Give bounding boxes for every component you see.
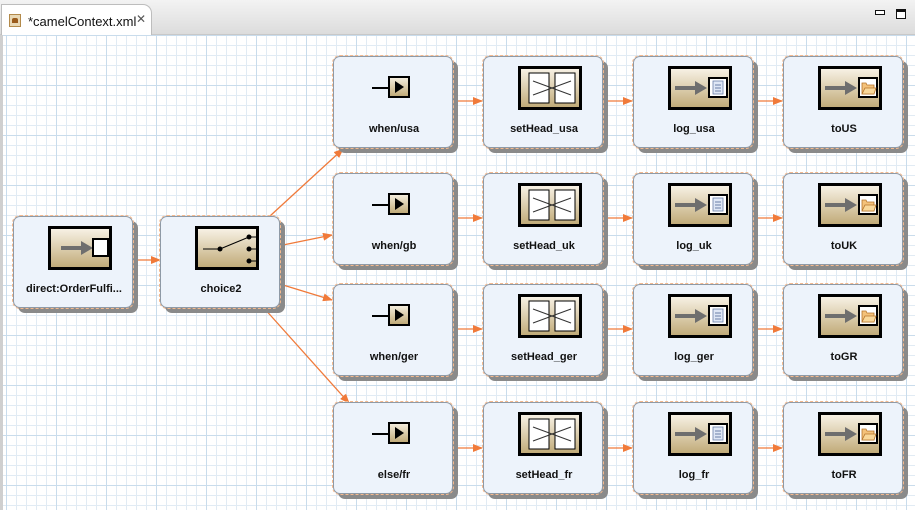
node-body[interactable]: when/gb xyxy=(332,172,454,266)
file-endpoint-icon xyxy=(818,294,882,338)
log-icon xyxy=(668,183,732,227)
tab-title: *camelContext.xml xyxy=(28,14,137,29)
log-icon xyxy=(668,66,732,110)
node-label: choice2 xyxy=(200,283,242,295)
node-body[interactable]: log_uk xyxy=(632,172,754,266)
node-to-1[interactable]: toUK xyxy=(782,172,908,270)
close-icon[interactable]: ✕ xyxy=(136,13,148,25)
node-setheader-0[interactable]: setHead_usa xyxy=(482,55,608,153)
tab-camel-context[interactable]: *camelContext.xml ✕ xyxy=(1,4,152,35)
node-body[interactable]: toFR xyxy=(782,401,904,495)
set-header-icon xyxy=(518,294,582,338)
node-body[interactable]: else/fr xyxy=(332,401,454,495)
node-label: log_fr xyxy=(678,469,710,481)
node-label: direct:OrderFulfi... xyxy=(26,283,122,295)
node-log-2[interactable]: log_ger xyxy=(632,283,758,381)
node-label: toGR xyxy=(830,351,858,363)
node-label: when/gb xyxy=(371,240,417,252)
set-header-icon xyxy=(518,183,582,227)
node-body[interactable]: when/ger xyxy=(332,283,454,377)
node-label: log_uk xyxy=(676,240,712,252)
file-endpoint-icon xyxy=(818,183,882,227)
node-when-3[interactable]: else/fr xyxy=(332,401,458,499)
node-label: when/ger xyxy=(369,351,419,363)
node-label: setHead_ger xyxy=(510,351,578,363)
when-filter-icon xyxy=(372,193,412,217)
node-body[interactable]: log_fr xyxy=(632,401,754,495)
file-endpoint-icon xyxy=(818,66,882,110)
when-filter-icon xyxy=(372,422,412,446)
camel-file-icon xyxy=(9,14,21,27)
log-icon xyxy=(668,294,732,338)
node-label: toUK xyxy=(830,240,858,252)
node-body[interactable]: setHead_fr xyxy=(482,401,604,495)
node-setheader-2[interactable]: setHead_ger xyxy=(482,283,608,381)
node-setheader-3[interactable]: setHead_fr xyxy=(482,401,608,499)
node-body[interactable]: log_ger xyxy=(632,283,754,377)
endpoint-icon xyxy=(48,226,112,270)
when-filter-icon xyxy=(372,304,412,328)
node-when-0[interactable]: when/usa xyxy=(332,55,458,153)
node-when-1[interactable]: when/gb xyxy=(332,172,458,270)
node-log-3[interactable]: log_fr xyxy=(632,401,758,499)
node-to-0[interactable]: toUS xyxy=(782,55,908,153)
minimize-icon[interactable] xyxy=(875,10,885,15)
node-body[interactable]: setHead_usa xyxy=(482,55,604,149)
node-body[interactable]: toUS xyxy=(782,55,904,149)
editor-tab-bar: *camelContext.xml ✕ xyxy=(0,0,915,35)
node-to-2[interactable]: toGR xyxy=(782,283,908,381)
node-to-3[interactable]: toFR xyxy=(782,401,908,499)
node-body[interactable]: when/usa xyxy=(332,55,454,149)
node-when-2[interactable]: when/ger xyxy=(332,283,458,381)
when-filter-icon xyxy=(372,76,412,100)
node-body[interactable]: direct:OrderFulfi... xyxy=(12,215,134,309)
node-body[interactable]: toGR xyxy=(782,283,904,377)
log-icon xyxy=(668,412,732,456)
node-label: else/fr xyxy=(377,469,411,481)
set-header-icon xyxy=(518,412,582,456)
node-label: setHead_fr xyxy=(515,469,573,481)
node-label: toFR xyxy=(831,469,857,481)
node-log-0[interactable]: log_usa xyxy=(632,55,758,153)
switch-icon xyxy=(195,226,259,270)
node-log-1[interactable]: log_uk xyxy=(632,172,758,270)
node-label: log_ger xyxy=(674,351,714,363)
node-body[interactable]: setHead_uk xyxy=(482,172,604,266)
node-label: toUS xyxy=(831,123,857,135)
node-body[interactable]: setHead_ger xyxy=(482,283,604,377)
node-body[interactable]: choice2 xyxy=(159,215,281,309)
node-label: log_usa xyxy=(673,123,715,135)
node-label: setHead_uk xyxy=(513,240,575,252)
node-choice2[interactable]: choice2 xyxy=(159,215,285,313)
set-header-icon xyxy=(518,66,582,110)
node-label: when/usa xyxy=(368,123,420,135)
node-body[interactable]: log_usa xyxy=(632,55,754,149)
node-label: setHead_usa xyxy=(510,123,578,135)
node-body[interactable]: toUK xyxy=(782,172,904,266)
node-direct-order-fulfillment[interactable]: direct:OrderFulfi... xyxy=(12,215,138,313)
file-endpoint-icon xyxy=(818,412,882,456)
maximize-icon[interactable] xyxy=(896,9,906,19)
node-setheader-1[interactable]: setHead_uk xyxy=(482,172,608,270)
